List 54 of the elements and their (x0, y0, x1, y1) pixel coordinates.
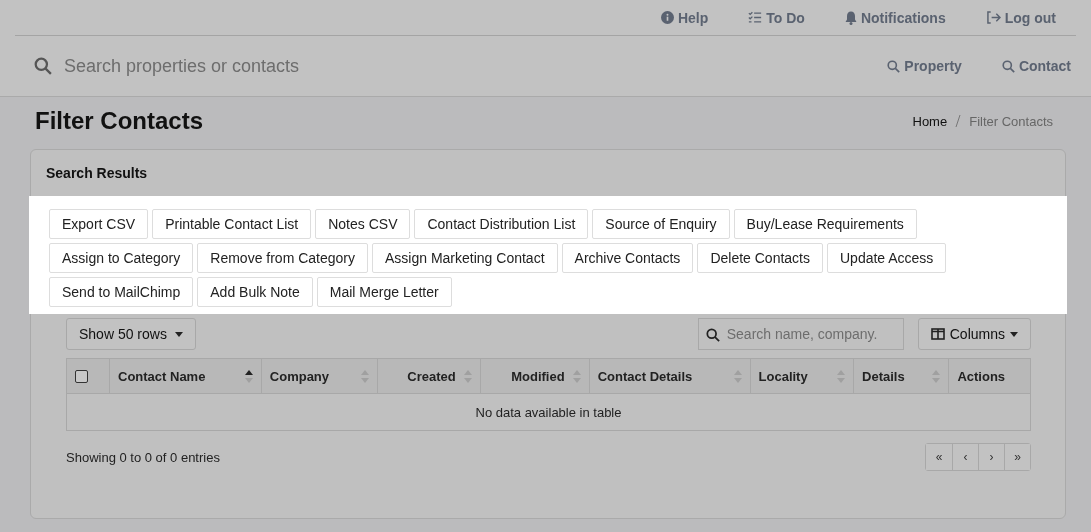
select-all-checkbox[interactable] (75, 369, 88, 383)
sort-icon (572, 369, 581, 383)
action-button[interactable]: Update Access (827, 243, 947, 273)
columns-icon (930, 328, 945, 340)
action-button[interactable]: Remove from Category (197, 243, 368, 273)
column-header[interactable]: Created (377, 358, 481, 394)
columns-dropdown[interactable]: Columns (917, 318, 1031, 350)
page-title: Filter Contacts (35, 107, 204, 135)
column-header[interactable]: Modified (480, 358, 590, 394)
action-button[interactable]: Delete Contacts (697, 243, 823, 273)
bell-icon (844, 10, 857, 25)
search-icon (705, 328, 720, 342)
column-header[interactable]: Contact Details (589, 358, 751, 394)
search-field[interactable]: Search properties or contacts (62, 54, 486, 78)
empty-table-message: No data available in table (66, 393, 1031, 431)
logout-icon (985, 11, 1001, 24)
table-search-field[interactable]: Search name, company. (697, 318, 904, 350)
pagination-button[interactable]: » (1004, 444, 1030, 470)
column-header[interactable]: Details (853, 358, 949, 394)
column-header[interactable]: Contact Name (109, 358, 262, 394)
action-button[interactable]: Buy/Lease Requirements (733, 209, 917, 239)
action-button[interactable]: Notes CSV (315, 209, 411, 239)
search-icon (887, 59, 901, 73)
action-button[interactable]: Contact Distribution List (414, 209, 589, 239)
action-button[interactable]: Archive Contacts (561, 243, 694, 273)
action-button[interactable]: Source of Enquiry (592, 209, 730, 239)
caret-icon (1010, 331, 1018, 337)
sort-icon (837, 369, 846, 383)
sort-icon (733, 369, 742, 383)
breadcrumb-link[interactable]: Home (912, 113, 948, 129)
caret-icon (174, 331, 183, 337)
action-button[interactable]: Send to MailChimp (49, 277, 194, 307)
sort-icon (244, 369, 253, 383)
breadcrumb-separator-icon (955, 115, 962, 127)
search-icon (34, 57, 52, 75)
column-header[interactable]: Actions (948, 358, 1031, 394)
search-icon (1001, 59, 1015, 73)
column-header[interactable]: Locality (750, 358, 854, 394)
sort-icon (932, 369, 941, 383)
action-button[interactable]: Export CSV (49, 209, 149, 239)
breadcrumb-current: Filter Contacts (969, 113, 1053, 129)
action-button[interactable]: Mail Merge Letter (316, 277, 452, 307)
action-button[interactable]: Add Bulk Note (197, 277, 313, 307)
entries-info: Showing 0 to 0 of 0 entries (66, 449, 220, 465)
sort-icon (463, 369, 472, 383)
rows-dropdown[interactable]: Show 50 rows (66, 318, 196, 350)
action-button[interactable]: Printable Contact List (152, 209, 312, 239)
action-button[interactable]: Assign to Category (49, 243, 194, 273)
action-button[interactable]: Assign Marketing Contact (372, 243, 558, 273)
card-title: Search Results (45, 164, 149, 183)
sort-icon (361, 369, 370, 383)
info-icon (660, 11, 674, 24)
checklist-icon (748, 11, 763, 24)
column-header[interactable]: Company (261, 358, 378, 394)
